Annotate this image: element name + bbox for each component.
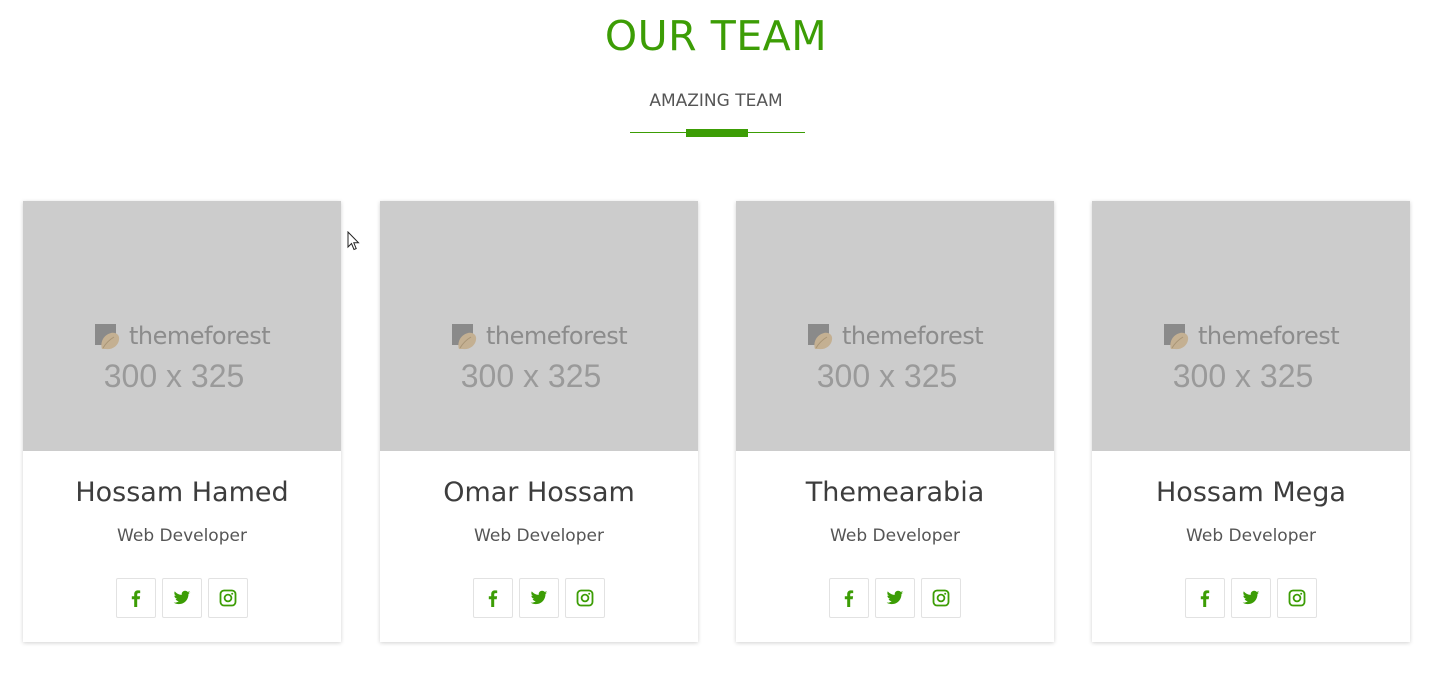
section-title: OUR TEAM — [604, 12, 828, 60]
team-card: themeforest 300 x 325 Hossam Mega Web De… — [1092, 201, 1410, 642]
themeforest-leaf-icon — [1163, 321, 1193, 351]
twitter-button[interactable] — [519, 578, 559, 618]
mouse-pointer-icon — [347, 231, 360, 251]
themeforest-leaf-icon — [807, 321, 837, 351]
instagram-button[interactable] — [921, 578, 961, 618]
placeholder-dimensions: 300 x 325 — [460, 358, 602, 394]
our-team-section: OUR TEAM AMAZING TEAM themeforest 300 x … — [0, 0, 1432, 673]
divider-accent-bar — [686, 129, 748, 137]
placeholder-logo-text: themeforest — [1197, 322, 1340, 350]
social-links — [736, 578, 1054, 618]
themeforest-leaf-icon — [451, 321, 481, 351]
facebook-button[interactable] — [829, 578, 869, 618]
twitter-button[interactable] — [162, 578, 202, 618]
member-photo-placeholder: themeforest 300 x 325 — [23, 201, 341, 451]
placeholder-logo: themeforest — [1092, 321, 1410, 353]
member-name: Hossam Mega — [1156, 477, 1346, 508]
placeholder-dimensions: 300 x 325 — [816, 358, 958, 394]
facebook-button[interactable] — [116, 578, 156, 618]
themeforest-leaf-icon — [94, 321, 124, 351]
title-divider — [630, 127, 805, 139]
member-name: Hossam Hamed — [75, 477, 289, 508]
placeholder-logo-text: themeforest — [485, 322, 628, 350]
twitter-button[interactable] — [1231, 578, 1271, 618]
member-name: Themearabia — [805, 477, 985, 508]
placeholder-logo-text: themeforest — [841, 322, 984, 350]
facebook-button[interactable] — [1185, 578, 1225, 618]
member-role: Web Developer — [830, 526, 960, 546]
team-card: themeforest 300 x 325 Themearabia Web De… — [736, 201, 1054, 642]
member-photo-placeholder: themeforest 300 x 325 — [1092, 201, 1410, 451]
social-links — [23, 578, 341, 618]
member-photo-placeholder: themeforest 300 x 325 — [736, 201, 1054, 451]
social-links — [380, 578, 698, 618]
instagram-button[interactable] — [208, 578, 248, 618]
team-card: themeforest 300 x 325 Omar Hossam Web De… — [380, 201, 698, 642]
placeholder-logo: themeforest — [380, 321, 698, 353]
placeholder-logo-text: themeforest — [128, 322, 271, 350]
team-card: themeforest 300 x 325 Hossam Hamed Web D… — [23, 201, 341, 642]
twitter-button[interactable] — [875, 578, 915, 618]
member-role: Web Developer — [1186, 526, 1316, 546]
placeholder-logo: themeforest — [23, 321, 341, 353]
section-subtitle: AMAZING TEAM — [649, 91, 783, 111]
instagram-button[interactable] — [565, 578, 605, 618]
instagram-button[interactable] — [1277, 578, 1317, 618]
member-photo-placeholder: themeforest 300 x 325 — [380, 201, 698, 451]
member-role: Web Developer — [474, 526, 604, 546]
placeholder-logo: themeforest — [736, 321, 1054, 353]
social-links — [1092, 578, 1410, 618]
placeholder-dimensions: 300 x 325 — [103, 358, 245, 394]
member-name: Omar Hossam — [443, 477, 635, 508]
facebook-button[interactable] — [473, 578, 513, 618]
member-role: Web Developer — [117, 526, 247, 546]
placeholder-dimensions: 300 x 325 — [1172, 358, 1314, 394]
